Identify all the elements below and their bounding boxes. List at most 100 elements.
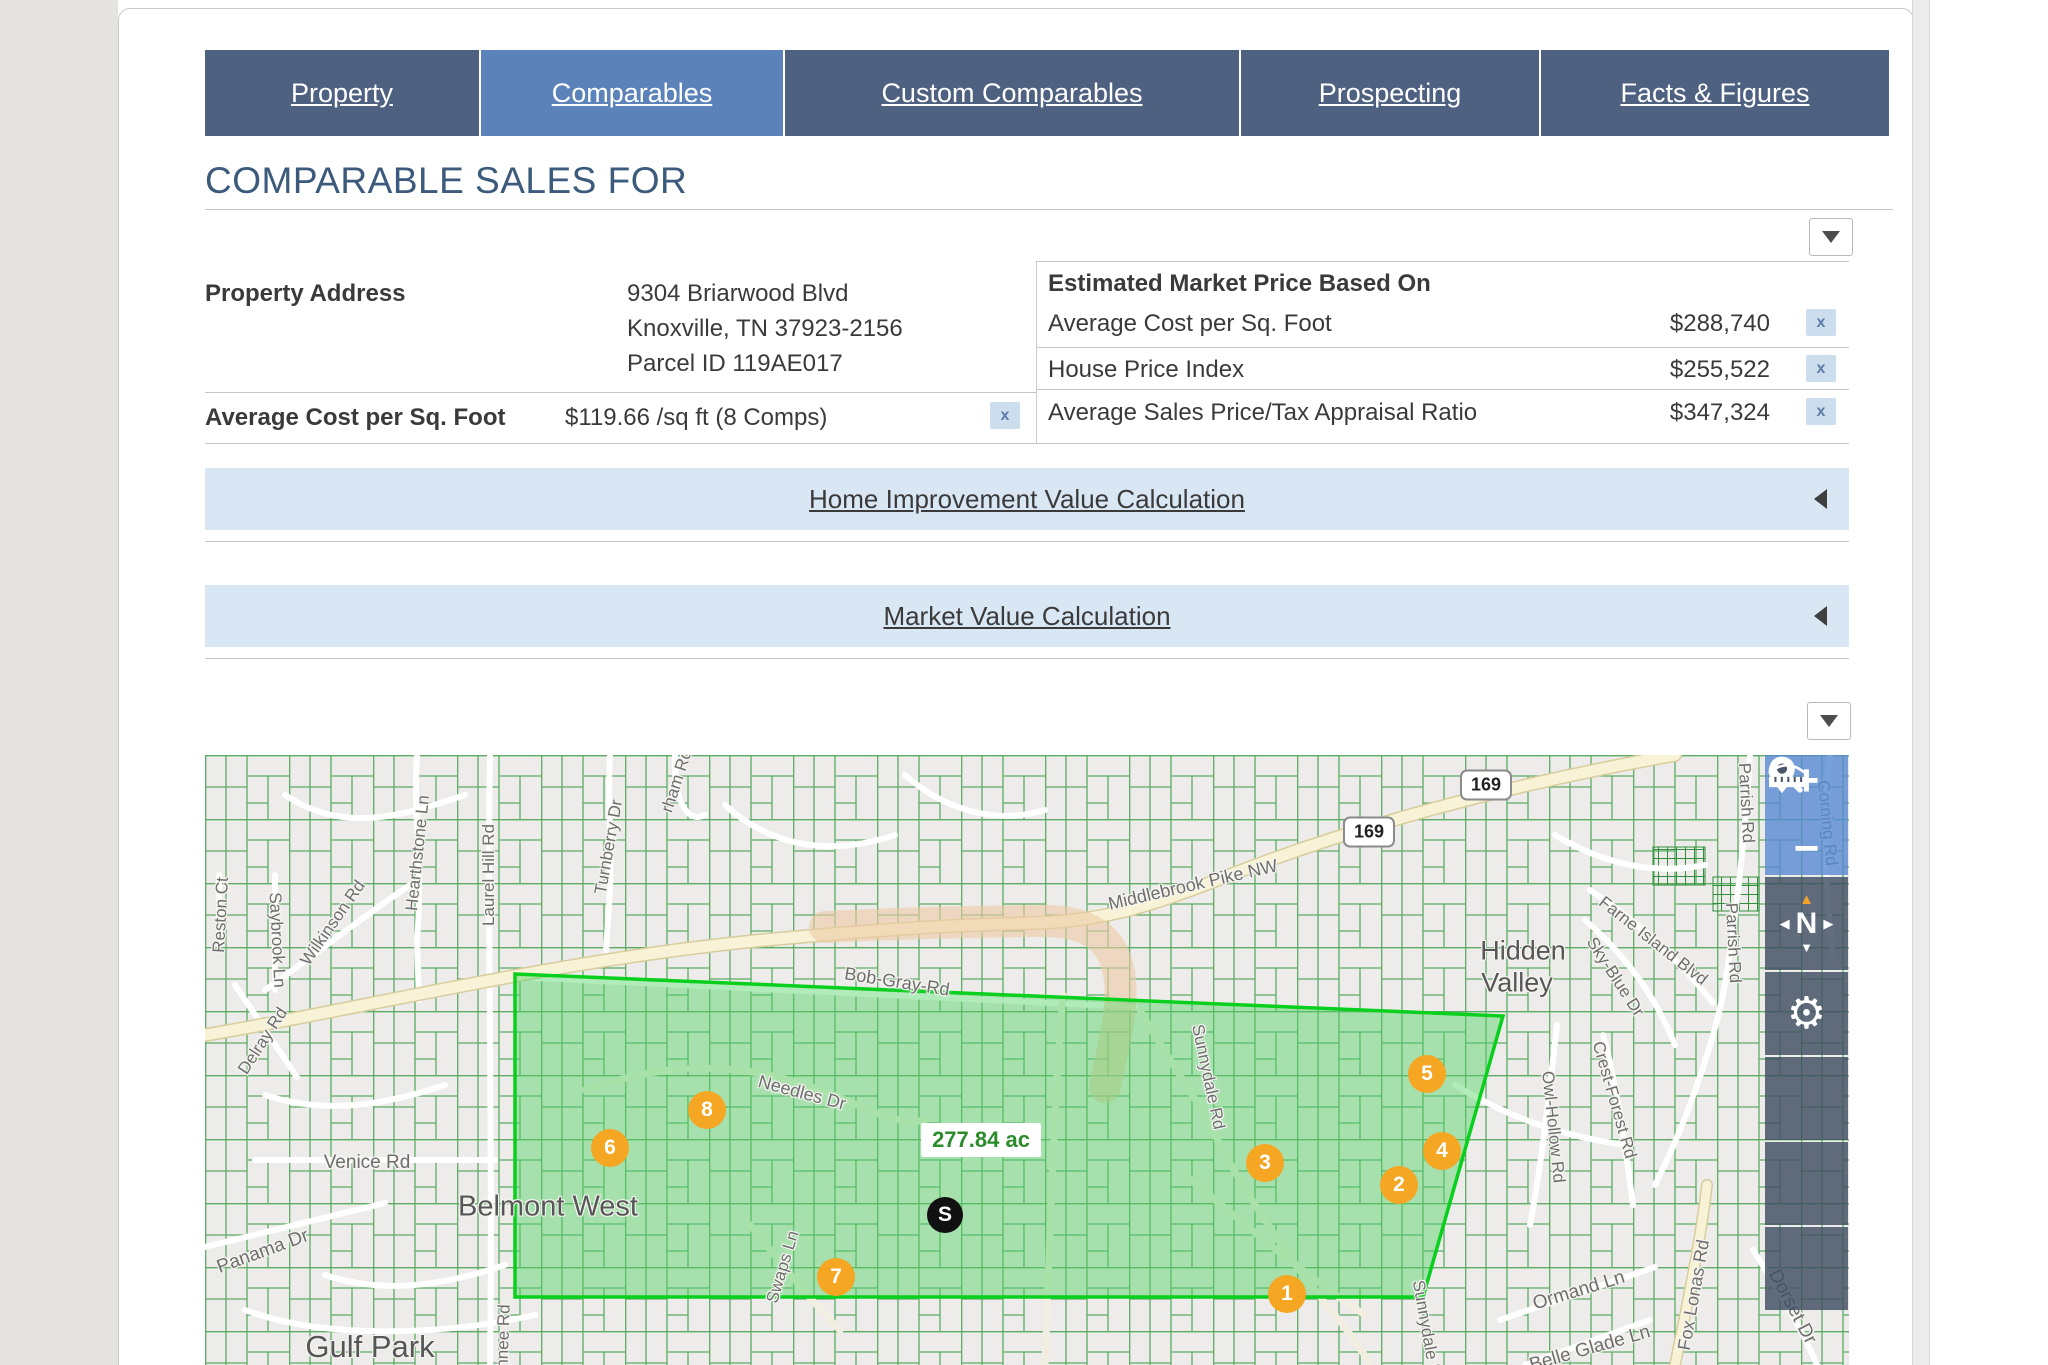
highway-shield: 169 — [1460, 770, 1512, 801]
highway-shield: 169 — [1343, 817, 1395, 848]
street-label: Belle Glade Ln — [1527, 1321, 1653, 1365]
map-settings-button[interactable]: ⚙ — [1765, 972, 1848, 1055]
street-label: Sunnydale Rd — [1187, 1023, 1229, 1132]
estimate-row-3-value: $347,324 — [1630, 399, 1770, 427]
title-divider — [205, 209, 1893, 210]
street-label: Swannee Rd — [491, 1304, 514, 1365]
estimates-header: Estimated Market Price Based On — [1048, 270, 1431, 298]
remove-estimate-2-button[interactable]: x — [1806, 355, 1836, 382]
tab-facts-figures[interactable]: Facts & Figures — [1541, 50, 1889, 136]
comp-marker-3[interactable]: 3 — [1246, 1144, 1284, 1182]
map-location-button[interactable] — [1765, 1057, 1848, 1140]
subject-property-marker[interactable]: S — [927, 1197, 963, 1233]
chevron-left-icon — [1814, 606, 1827, 626]
address-line-1: 9304 Briarwood Blvd — [627, 280, 848, 308]
polygon-area-label: 277.84 ac — [921, 1123, 1041, 1157]
home-improvement-panel-label: Home Improvement Value Calculation — [809, 484, 1245, 515]
street-label: Laurel Hill Rd — [479, 824, 499, 926]
vertical-scrollbar[interactable] — [1912, 0, 1930, 1365]
street-label: Owl-Hollow Rd — [1537, 1070, 1569, 1184]
remove-estimate-1-button[interactable]: x — [1806, 309, 1836, 336]
north-label[interactable]: N — [1796, 907, 1818, 941]
street-label: Parrish Rd — [1721, 902, 1745, 983]
left-block-divider — [205, 392, 1036, 393]
ruler-icon — [1765, 755, 1809, 791]
street-label: Sunnydale Rd — [1408, 1279, 1446, 1365]
street-label: Hearthstone Ln — [402, 794, 434, 912]
street-label: Saybrook Ln — [265, 892, 290, 988]
tab-prospecting[interactable]: Prospecting — [1241, 50, 1541, 136]
tab-custom-comparables[interactable]: Custom Comparables — [785, 50, 1241, 136]
gear-icon: ⚙ — [1787, 992, 1826, 1036]
map-measure-button[interactable] — [1765, 1227, 1848, 1310]
page-title: COMPARABLE SALES FOR — [205, 160, 687, 202]
section-collapse-button[interactable] — [1809, 218, 1853, 256]
chevron-down-icon — [1822, 231, 1840, 243]
tab-property-label: Property — [291, 78, 393, 109]
street-label: Venice Rd — [324, 1152, 411, 1174]
property-address-label: Property Address — [205, 280, 406, 308]
compass-control: ▲ ◀ N ▶ ▼ — [1765, 877, 1848, 970]
estimates-top-border — [1036, 261, 1849, 262]
remove-avg-cost-button[interactable]: x — [990, 402, 1020, 429]
street-label: Bob-Gray-Rd — [843, 963, 951, 1000]
page-left-gutter — [0, 0, 118, 1365]
panel-divider-2 — [205, 658, 1849, 659]
comp-marker-4[interactable]: 4 — [1423, 1132, 1461, 1170]
map-collapse-button[interactable] — [1807, 702, 1851, 740]
avg-cost-value: $119.66 /sq ft (8 Comps) — [565, 404, 827, 432]
tab-custom-comparables-label: Custom Comparables — [881, 78, 1142, 109]
pan-left-arrow-icon[interactable]: ◀ — [1780, 916, 1790, 932]
map-search-button[interactable] — [1765, 1142, 1848, 1225]
comp-marker-1[interactable]: 1 — [1268, 1275, 1306, 1313]
tab-prospecting-label: Prospecting — [1319, 78, 1462, 109]
comp-marker-8[interactable]: 8 — [688, 1091, 726, 1129]
estimate-row-1-label: Average Cost per Sq. Foot — [1048, 310, 1332, 338]
avg-cost-label: Average Cost per Sq. Foot — [205, 404, 506, 432]
place-label: Valley — [1481, 968, 1553, 999]
street-label: Swaps Ln — [763, 1228, 804, 1305]
tab-property[interactable]: Property — [205, 50, 481, 136]
map-overlay: Reston Ct Saybrook LnWilkinson RdDelray R… — [205, 755, 1849, 1365]
home-improvement-panel-header[interactable]: Home Improvement Value Calculation — [205, 468, 1849, 530]
market-value-panel-label: Market Value Calculation — [883, 601, 1170, 632]
tab-comparables-label: Comparables — [552, 78, 713, 109]
pan-up-arrow-icon[interactable]: ▲ — [1799, 892, 1814, 907]
tab-facts-figures-label: Facts & Figures — [1620, 78, 1809, 109]
map[interactable]: Reston Ct Saybrook LnWilkinson RdDelray R… — [205, 755, 1849, 1365]
remove-estimate-3-button[interactable]: x — [1806, 398, 1836, 425]
market-value-panel-header[interactable]: Market Value Calculation — [205, 585, 1849, 647]
estimate-row-2-label: House Price Index — [1048, 356, 1244, 384]
info-vertical-divider — [1036, 261, 1037, 443]
street-label: Fox Lonas Rd — [1674, 1238, 1714, 1352]
comp-marker-5[interactable]: 5 — [1408, 1055, 1446, 1093]
info-bottom-divider — [205, 443, 1849, 444]
estimates-divider-2 — [1036, 389, 1849, 390]
pan-right-arrow-icon[interactable]: ▶ — [1823, 916, 1833, 932]
street-label: Crest-Forest Rd — [1588, 1039, 1641, 1161]
place-label: Belmont West — [458, 1191, 638, 1224]
street-label: rham Rd — [657, 755, 696, 815]
estimate-row-1-value: $288,740 — [1630, 310, 1770, 338]
estimate-row-3-label: Average Sales Price/Tax Appraisal Ratio — [1048, 399, 1477, 427]
comp-marker-2[interactable]: 2 — [1380, 1166, 1418, 1204]
zoom-out-button[interactable]: − — [1794, 829, 1820, 869]
street-label: Wilkinson Rd — [296, 877, 369, 970]
street-label: Reston Ct — [209, 877, 233, 954]
place-label: Hidden — [1480, 936, 1566, 967]
estimate-row-2-value: $255,522 — [1630, 356, 1770, 384]
address-line-3: Parcel ID 119AE017 — [627, 350, 843, 378]
street-label: Delray Rd — [234, 1004, 292, 1078]
chevron-down-icon — [1820, 715, 1838, 727]
street-label: Parrish Rd — [1734, 762, 1758, 843]
comp-marker-6[interactable]: 6 — [591, 1129, 629, 1167]
pan-down-arrow-icon[interactable]: ▼ — [1800, 941, 1813, 955]
map-controls: + − ▲ ◀ N ▶ ▼ ⚙ — [1765, 755, 1848, 1312]
tab-comparables[interactable]: Comparables — [481, 50, 785, 136]
street-label: Middlebrook Pike NW — [1106, 855, 1279, 914]
panel-divider-1 — [205, 541, 1849, 542]
street-label: Sky-Blue Dr — [1582, 934, 1648, 1021]
tab-bar: Property Comparables Custom Comparables … — [205, 50, 1893, 136]
street-label: Needles Dr — [756, 1071, 848, 1115]
comp-marker-7[interactable]: 7 — [817, 1258, 855, 1296]
